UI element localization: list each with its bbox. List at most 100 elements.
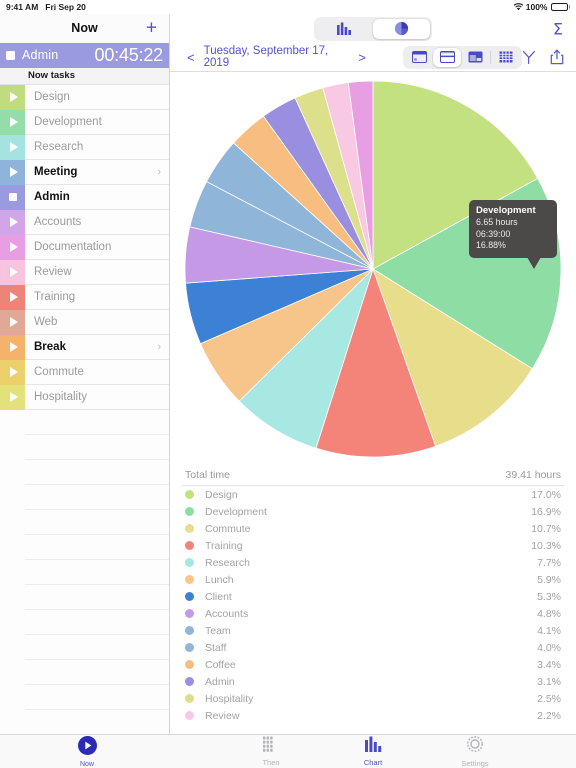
status-time: 9:41 AM <box>6 2 39 12</box>
empty-swatch <box>0 460 25 485</box>
play-triangle-icon[interactable] <box>0 109 25 135</box>
task-row-body[interactable]: Commute <box>25 360 169 385</box>
layout-detail-icon[interactable] <box>461 48 489 67</box>
task-row-body[interactable]: Review <box>25 260 169 285</box>
play-triangle-icon[interactable] <box>0 334 25 360</box>
legend-percent: 2.5% <box>537 692 561 705</box>
tab-then[interactable]: Then <box>244 736 298 767</box>
legend-row[interactable]: Commute 10.7% <box>182 520 564 537</box>
layout-single-icon[interactable] <box>405 48 433 67</box>
task-row[interactable]: Web <box>0 309 169 335</box>
chevron-right-icon[interactable]: › <box>157 341 161 353</box>
play-triangle-icon[interactable] <box>0 134 25 160</box>
play-triangle-icon[interactable] <box>0 284 25 310</box>
layout-split-icon[interactable] <box>433 47 461 67</box>
play-triangle-icon[interactable] <box>0 234 25 260</box>
legend-color-dot <box>185 694 194 703</box>
layout-grid-icon[interactable] <box>492 48 520 67</box>
pie-chart[interactable] <box>170 76 576 462</box>
task-label: Accounts <box>34 215 82 228</box>
chevron-right-icon[interactable]: › <box>157 166 161 178</box>
status-date: Fri Sep 20 <box>45 2 86 12</box>
legend-percent: 5.9% <box>537 573 561 586</box>
tab-chart[interactable]: Chart <box>346 736 400 767</box>
current-date-label[interactable]: Tuesday, September 17, 2019 <box>204 45 350 69</box>
play-triangle-icon[interactable] <box>0 309 25 335</box>
legend-row[interactable]: Development 16.9% <box>182 503 564 520</box>
legend-row[interactable]: Hospitality 2.5% <box>182 690 564 707</box>
legend-row[interactable]: Design 17.0% <box>182 486 564 503</box>
tab-now[interactable]: Now <box>0 735 170 768</box>
legend-row[interactable]: Team 4.1% <box>182 622 564 639</box>
legend-row[interactable]: Training 10.3% <box>182 537 564 554</box>
play-triangle-icon[interactable] <box>0 159 25 185</box>
share-upload-icon[interactable] <box>550 49 564 65</box>
task-row[interactable]: Design <box>0 84 169 110</box>
legend-percent: 10.3% <box>531 539 561 552</box>
sum-sigma-button[interactable]: Σ <box>553 19 563 38</box>
task-row-body[interactable]: Development <box>25 110 169 135</box>
task-row[interactable]: Accounts <box>0 209 169 235</box>
task-label: Web <box>34 315 58 328</box>
task-row-body[interactable]: Break › <box>25 335 169 360</box>
legend-percent: 4.8% <box>537 607 561 620</box>
stop-square-icon[interactable] <box>0 184 25 210</box>
legend-row[interactable]: Coffee 3.4% <box>182 656 564 673</box>
funnel-filter-icon[interactable] <box>522 50 536 65</box>
legend-row[interactable]: Research 7.7% <box>182 554 564 571</box>
legend-name: Research <box>205 556 250 569</box>
task-row[interactable]: Training <box>0 284 169 310</box>
empty-swatch <box>0 510 25 535</box>
next-day-button[interactable]: > <box>349 50 375 65</box>
legend-row[interactable]: Client 5.3% <box>182 588 564 605</box>
task-row-body[interactable]: Web <box>25 310 169 335</box>
task-row[interactable]: Development <box>0 109 169 135</box>
add-task-button[interactable]: + <box>146 19 157 38</box>
task-row-body[interactable]: Design <box>25 85 169 110</box>
legend-row[interactable]: Review 2.2% <box>182 707 564 724</box>
legend-row[interactable]: Accounts 4.8% <box>182 605 564 622</box>
task-row-body[interactable]: Training <box>25 285 169 310</box>
slice-tooltip: Development 6.65 hours 06:39:00 16.88% <box>469 200 557 269</box>
chart-mode-segmented-control[interactable] <box>314 16 432 41</box>
task-row-empty <box>0 585 169 610</box>
task-row-body[interactable]: Research <box>25 135 169 160</box>
play-triangle-icon[interactable] <box>0 209 25 235</box>
legend-color-dot <box>185 490 194 499</box>
ios-status-bar: 9:41 AM Fri Sep 20 100% <box>0 0 576 14</box>
stop-square-icon[interactable] <box>6 50 15 60</box>
task-row[interactable]: Commute <box>0 359 169 385</box>
sidebar-header: Now + <box>0 14 169 43</box>
task-row-body[interactable]: Documentation <box>25 235 169 260</box>
legend-row[interactable]: Admin 3.1% <box>182 673 564 690</box>
task-row-body[interactable]: Accounts <box>25 210 169 235</box>
task-row[interactable]: Research <box>0 134 169 160</box>
running-task-name: Admin <box>22 48 59 63</box>
task-row[interactable]: Review <box>0 259 169 285</box>
legend-row[interactable]: Staff 4.0% <box>182 639 564 656</box>
task-row[interactable]: Admin <box>0 184 169 210</box>
legend-color-dot <box>185 524 194 533</box>
view-layout-segmented-control[interactable] <box>403 45 522 69</box>
task-row[interactable]: Hospitality <box>0 384 169 410</box>
play-triangle-icon[interactable] <box>0 359 25 385</box>
play-triangle-icon[interactable] <box>0 259 25 285</box>
bar-chart-icon[interactable] <box>316 19 373 39</box>
legend-color-dot <box>185 660 194 669</box>
previous-day-button[interactable]: < <box>178 50 204 65</box>
legend-row[interactable]: Lunch 5.9% <box>182 571 564 588</box>
tab-settings[interactable]: Settings <box>448 735 502 768</box>
task-row[interactable]: Documentation <box>0 234 169 260</box>
task-row-body[interactable]: Hospitality <box>25 385 169 410</box>
task-row[interactable]: Meeting › <box>0 159 169 185</box>
running-task-row[interactable]: Admin 00:45:22 <box>0 42 169 68</box>
task-row-body[interactable]: Meeting › <box>25 160 169 185</box>
play-triangle-icon[interactable] <box>0 384 25 410</box>
date-nav-toolbar: < Tuesday, September 17, 2019 > <box>170 43 576 72</box>
task-row-body[interactable]: Admin <box>25 185 169 210</box>
empty-body <box>25 685 169 710</box>
play-triangle-icon[interactable] <box>0 84 25 110</box>
swatch-glyph <box>9 267 18 278</box>
pie-chart-icon[interactable] <box>373 18 430 39</box>
task-row[interactable]: Break › <box>0 334 169 360</box>
